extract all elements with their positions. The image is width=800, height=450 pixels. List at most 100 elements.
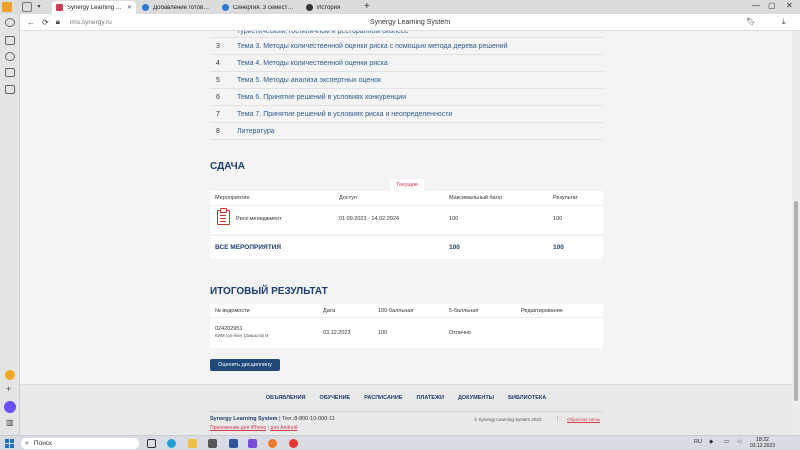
topic-link[interactable]: Тема 5. Методы анализа экспертных оценок bbox=[237, 77, 381, 84]
close-window-icon[interactable]: ✕ bbox=[786, 1, 793, 10]
topic-cut-text: туристическом, гостиничном и ресторанном… bbox=[210, 31, 603, 38]
footer-link-announcements[interactable]: ОБЪЯВЛЕНИЯ bbox=[266, 395, 306, 401]
tab-current[interactable]: Текущие bbox=[390, 179, 424, 191]
word-icon[interactable] bbox=[229, 439, 238, 448]
download-icon[interactable]: ⤓ bbox=[782, 17, 786, 27]
separator: | bbox=[557, 416, 559, 422]
topic-row[interactable]: 7 Тема 7. Принятие решений в условиях ри… bbox=[210, 106, 603, 123]
tab-synergy[interactable]: Synergy Learning System ✕ bbox=[52, 1, 136, 14]
gallery-icon[interactable] bbox=[5, 85, 15, 94]
tab-list-icon[interactable] bbox=[22, 2, 32, 12]
table-row[interactable]: Риск-менеджмент 01.09.2023 - 14.02.2024 … bbox=[210, 206, 603, 234]
page-content: туристическом, гостиничном и ресторанном… bbox=[20, 31, 792, 435]
alice-assistant-icon[interactable] bbox=[4, 401, 16, 413]
edge-icon[interactable] bbox=[167, 439, 176, 448]
itog-5: Отлично bbox=[449, 330, 471, 336]
tab-label: Synergy Learning System bbox=[67, 4, 124, 11]
footer-link-payments[interactable]: ПЛАТЕЖИ bbox=[417, 395, 444, 401]
footer-nav: ОБЪЯВЛЕНИЯ ОБУЧЕНИЕ РАСПИСАНИЕ ПЛАТЕЖИ Д… bbox=[20, 395, 792, 401]
store-icon[interactable] bbox=[208, 439, 217, 448]
topic-link[interactable]: Тема 4. Методы количественной оценки рис… bbox=[237, 60, 388, 67]
topic-row[interactable]: 4 Тема 4. Методы количественной оценки р… bbox=[210, 55, 603, 72]
windows-start-icon[interactable] bbox=[5, 439, 14, 448]
footer-link-documents[interactable]: ДОКУМЕНТЫ bbox=[458, 395, 494, 401]
footer-app-links: Приложение для iPhone | для Android bbox=[210, 425, 297, 431]
collections-icon[interactable] bbox=[5, 36, 15, 45]
new-tab-icon[interactable]: + bbox=[364, 1, 370, 12]
topic-row[interactable]: 3 Тема 3. Методы количественной оценки р… bbox=[210, 38, 603, 55]
firefox-icon[interactable] bbox=[268, 439, 277, 448]
itog-date: 03.12.2023 bbox=[323, 330, 351, 336]
play-icon[interactable] bbox=[5, 52, 15, 61]
table-header: № ведомости Дата 100-балльная 5-балльная… bbox=[210, 304, 603, 318]
clock-icon[interactable] bbox=[5, 18, 15, 27]
browser-menu-icon[interactable] bbox=[2, 2, 12, 12]
reload-icon[interactable]: ⟳ bbox=[42, 18, 49, 27]
browser-tab-strip: ▾ Synergy Learning System ✕ Добавление г… bbox=[0, 0, 800, 14]
task-view-icon[interactable] bbox=[147, 439, 156, 448]
battery-icon[interactable]: ▭ bbox=[724, 439, 729, 445]
topic-number: 6 bbox=[216, 93, 220, 101]
file-explorer-icon[interactable] bbox=[188, 439, 197, 448]
windows-taskbar: ⌕ Поиск RU ◆ ▭ ◁ 18:22 03.12.2023 bbox=[0, 435, 800, 450]
volume-icon[interactable]: ◁ bbox=[737, 439, 741, 445]
android-app-link[interactable]: для Android bbox=[270, 425, 297, 431]
minimize-icon[interactable]: — bbox=[752, 1, 760, 10]
tab-synergy-semester[interactable]: Синергия. 3 семестр. Инс bbox=[218, 1, 300, 14]
synergy-favicon-icon bbox=[56, 4, 63, 11]
site-footer: ОБЪЯВЛЕНИЯ ОБУЧЕНИЕ РАСПИСАНИЕ ПЛАТЕЖИ Д… bbox=[20, 384, 792, 435]
rate-discipline-button[interactable]: Оценить дисциплину bbox=[210, 359, 280, 371]
topic-link[interactable]: Тема 6. Принятие решений в условиях конк… bbox=[237, 94, 406, 101]
app-icon[interactable] bbox=[5, 68, 15, 77]
footer-link-study[interactable]: ОБУЧЕНИЕ bbox=[320, 395, 351, 401]
scrollbar-thumb[interactable] bbox=[794, 201, 798, 401]
col-result: Результат bbox=[553, 195, 579, 201]
topic-link[interactable]: Литература bbox=[237, 128, 275, 135]
clock-date: 03.12.2023 bbox=[750, 443, 776, 449]
url-field[interactable]: lms.synergy.ru bbox=[70, 19, 112, 26]
footer-copyright: © Synergy Learning System 2023 bbox=[474, 417, 542, 422]
col-access: Доступ bbox=[339, 195, 357, 201]
tab-history[interactable]: История bbox=[302, 1, 360, 14]
topic-number: 8 bbox=[216, 127, 220, 135]
add-panel-icon[interactable]: + bbox=[6, 384, 11, 394]
topic-row[interactable]: 6 Тема 6. Принятие решений в условиях ко… bbox=[210, 89, 603, 106]
app-icon[interactable] bbox=[248, 439, 257, 448]
footer-link-library[interactable]: БИБЛИОТЕКА bbox=[508, 395, 546, 401]
topic-number: 4 bbox=[216, 59, 220, 67]
maximize-icon[interactable]: ▢ bbox=[768, 1, 776, 10]
sdacha-heading: СДАЧА bbox=[210, 161, 245, 172]
itog-heading: ИТОГОВЫЙ РЕЗУЛЬТАТ bbox=[210, 286, 328, 297]
footer-brand: Synergy Learning System bbox=[210, 416, 278, 422]
search-icon: ⌕ bbox=[25, 439, 29, 447]
page-scrollbar[interactable] bbox=[792, 31, 800, 435]
taskbar-clock[interactable]: 18:22 03.12.2023 bbox=[750, 437, 775, 449]
table-row: 024202951 КИМ (on-line) (Закрыта) И 03.1… bbox=[210, 318, 603, 348]
bookmark-icon[interactable]: 🔖︎ bbox=[746, 17, 756, 26]
taskbar-search[interactable]: ⌕ Поиск bbox=[21, 438, 139, 449]
chevron-down-icon[interactable]: ▾ bbox=[34, 2, 44, 12]
topic-link[interactable]: Тема 3. Методы количественной оценки рис… bbox=[237, 43, 508, 50]
language-indicator[interactable]: RU bbox=[694, 439, 702, 445]
event-result: 100 bbox=[553, 216, 563, 222]
yandex-browser-icon[interactable] bbox=[289, 439, 298, 448]
footer-link-schedule[interactable]: РАСПИСАНИЕ bbox=[364, 395, 402, 401]
tab-add-work[interactable]: Добавление готовой раб bbox=[138, 1, 214, 14]
back-arrow-icon[interactable]: ← bbox=[27, 18, 35, 27]
close-tab-icon[interactable]: ✕ bbox=[127, 4, 132, 11]
topic-link[interactable]: Тема 7. Принятие решений в условиях риск… bbox=[237, 111, 452, 118]
zen-icon[interactable] bbox=[5, 370, 15, 380]
feedback-link[interactable]: Обратная связь bbox=[567, 417, 600, 422]
topic-row[interactable]: 5 Тема 5. Методы анализа экспертных оцен… bbox=[210, 72, 603, 89]
itog-table: № ведомости Дата 100-балльная 5-балльная… bbox=[210, 304, 603, 348]
total-row: ВСЕ МЕРОПРИЯТИЯ 100 100 bbox=[210, 235, 603, 259]
topic-row[interactable]: 8 Литература bbox=[210, 123, 603, 140]
network-icon[interactable]: ◆ bbox=[709, 439, 713, 445]
total-label: ВСЕ МЕРОПРИЯТИЯ bbox=[215, 244, 282, 251]
event-name[interactable]: Риск-менеджмент bbox=[236, 216, 282, 222]
sidebar-settings-icon[interactable]: ▥ bbox=[6, 418, 14, 427]
col-100: 100-балльная bbox=[378, 307, 414, 314]
topic-number: 3 bbox=[216, 42, 220, 50]
event-access: 01.09.2023 - 14.02.2024 bbox=[339, 216, 399, 222]
iphone-app-link[interactable]: Приложение для iPhone bbox=[210, 425, 266, 431]
